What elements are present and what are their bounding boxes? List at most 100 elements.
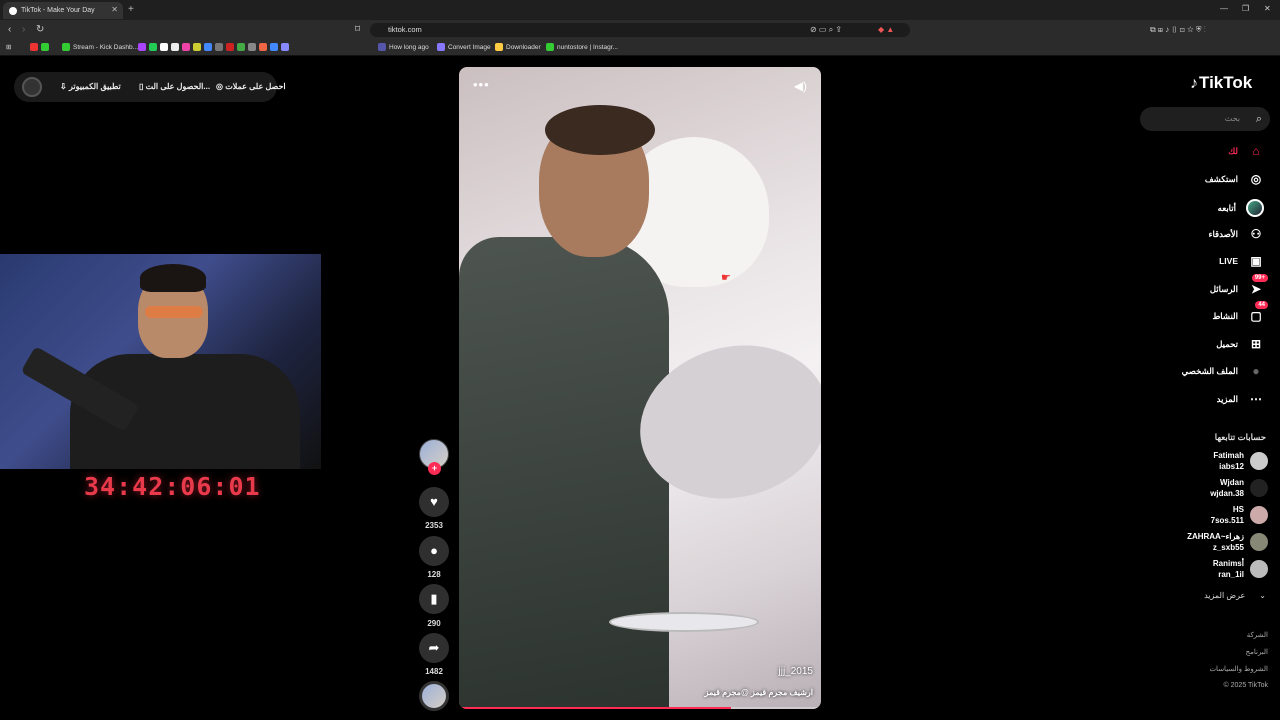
nav-more[interactable]: المزيد ⋯ (1217, 392, 1264, 406)
top-actions-pill: ⇩ تطبيق الكمبيوتر ▯ الحصول على الت... ◎ … (14, 72, 286, 102)
explore-icon: ◎ (1250, 172, 1262, 186)
toolbar-icons[interactable]: ⧉ ⊞ ♪ ▯ ⊡ ☆ ⛨ ⋮ (1150, 25, 1206, 35)
reload-icon[interactable]: ↻ (36, 24, 44, 35)
tiktok-favicon-icon (9, 6, 17, 15)
nav-activity[interactable]: النشاط ▢ 44 (1212, 301, 1268, 323)
profile-icon: ● (1252, 364, 1260, 378)
footer-company[interactable]: الشركة (1247, 631, 1268, 639)
friends-icon: ⚇ (1250, 227, 1262, 241)
browser-tab-bar: TikTok - Make Your Day ✕ + — ❐ ✕ (0, 0, 1280, 20)
apps-icon[interactable]: ⊞ (6, 43, 11, 51)
nav-messages[interactable]: الرسائل ➤ 99+ (1210, 274, 1268, 296)
computer-app-button[interactable]: ⇩ تطبيق الكمبيوتر (60, 82, 121, 91)
music-disc-icon[interactable] (419, 681, 449, 711)
stream-timer: 34:42:06:01 (84, 472, 261, 501)
account-wjdan[interactable]: Wjdan wjdan.38 (1210, 477, 1268, 499)
more-icon: ⋯ (1250, 392, 1262, 406)
video-caption[interactable]: ارشيف مجرم قيمز @مجرم قيمز (705, 688, 813, 697)
bookmark-icons-group[interactable] (138, 43, 289, 51)
brave-shield-icon[interactable]: ◆ ▲ (878, 25, 894, 34)
user-avatar[interactable] (22, 77, 42, 97)
comment-count: 128 (427, 570, 441, 579)
account-zahraa[interactable]: ZAHRAA~زهراء z_sxb55 (1187, 531, 1268, 553)
person-robe (459, 237, 669, 709)
search-icon[interactable]: ⌕ (1256, 107, 1262, 131)
address-bar-row: ‹ › ↻ ⌑ tiktok.com ⊘ ▭ ⌕ ⇪ ◆ ▲ ⧉ ⊞ ♪ ▯ ⊡… (0, 20, 1280, 40)
tiktok-note-icon: ♪ (1190, 75, 1198, 92)
streamer-glasses (145, 306, 203, 318)
video-player[interactable]: ••• ◀) jjj_2015 ارشيف مجرم قيمز @مجرم قي… (459, 67, 821, 709)
account-ranim[interactable]: Ranimsأ ran_1il (1213, 558, 1268, 580)
follow-plus-icon[interactable]: + (428, 462, 441, 475)
like-count: 2353 (425, 521, 443, 530)
avatar (1250, 452, 1268, 470)
bookmark-downloader[interactable]: Downloader (495, 43, 541, 51)
minimize-icon[interactable]: — (1220, 4, 1228, 13)
avatar (1250, 506, 1268, 524)
tiktok-logo[interactable]: ♪TikTok (1190, 73, 1252, 93)
search-placeholder: بحث (1224, 114, 1240, 123)
messages-icon: ➤ 99+ (1248, 274, 1268, 296)
share-icon[interactable]: ➦ (419, 633, 449, 663)
table (609, 612, 759, 632)
bookmark-kick[interactable]: Stream - Kick Dashb... (62, 43, 138, 51)
following-accounts-header: حسابات تتابعها (1214, 432, 1266, 442)
bookmark-nuntostore[interactable]: nuntostore | Instagr... (546, 43, 618, 51)
browser-tab[interactable]: TikTok - Make Your Day ✕ (3, 2, 123, 19)
video-progress-bar[interactable] (459, 707, 821, 709)
restore-icon[interactable]: ❐ (1242, 4, 1249, 13)
account-fatimah[interactable]: Fatimah iabs12 (1213, 450, 1268, 472)
comment-icon[interactable]: ● (419, 536, 449, 566)
see-more-button[interactable]: عرض المزيد ⌄ (1204, 591, 1266, 600)
extension-icons[interactable]: ⊘ ▭ ⌕ ⇪ (810, 25, 842, 35)
footer-terms[interactable]: الشروط والسياسات (1209, 665, 1268, 673)
tab-close-icon[interactable]: ✕ (111, 5, 118, 14)
sound-icon[interactable]: ◀) (794, 79, 807, 93)
live-icon: ▣ (1250, 254, 1262, 268)
nav-explore[interactable]: استكشف ◎ (1205, 172, 1264, 186)
window-close-icon[interactable]: ✕ (1264, 4, 1271, 13)
nav-live[interactable]: LIVE ▣ (1219, 254, 1264, 268)
following-avatar (1246, 199, 1264, 217)
activity-badge: 44 (1255, 301, 1268, 309)
get-coins-button[interactable]: ◎ احصل على عملات (216, 82, 286, 91)
save-count: 290 (427, 619, 441, 628)
home-icon: ⌂ (1252, 144, 1260, 158)
footer-copyright: © 2025 TikTok (1223, 682, 1268, 689)
bookmark-how-long-ago[interactable]: How long ago (378, 43, 429, 51)
bookmark-convert-image[interactable]: Convert Image (437, 43, 491, 51)
streamer-hair (140, 264, 206, 292)
bookmark-icon-row[interactable] (30, 43, 49, 51)
activity-icon: ▢ 44 (1248, 301, 1268, 323)
nav-following[interactable]: أتابعه (1218, 199, 1264, 217)
video-more-icon[interactable]: ••• (473, 77, 490, 92)
streamer-webcam (0, 254, 321, 469)
bookmark-icon[interactable]: ⌑ (355, 24, 360, 35)
footer-program[interactable]: البرنامج (1246, 648, 1268, 656)
avatar (1250, 533, 1268, 551)
upload-icon: ⊞ (1250, 337, 1262, 351)
video-username[interactable]: jjj_2015 (779, 666, 813, 677)
avatar (1250, 560, 1268, 578)
back-icon[interactable]: ‹ (8, 24, 11, 35)
chevron-down-icon: ⌄ (1259, 591, 1266, 600)
forward-icon[interactable]: › (22, 24, 25, 35)
tab-title: TikTok - Make Your Day (21, 7, 95, 14)
new-tab-icon[interactable]: + (128, 4, 134, 15)
account-hs[interactable]: HS 7sos.511 (1211, 504, 1268, 526)
person-hair (545, 105, 655, 155)
mouse-cursor-icon: ☛ (721, 272, 731, 284)
nav-profile[interactable]: الملف الشخصي ● (1182, 364, 1264, 378)
get-on-button[interactable]: ▯ الحصول على الت... (139, 82, 210, 91)
video-progress-fill (459, 707, 731, 709)
messages-badge: 99+ (1251, 274, 1268, 282)
like-heart-icon[interactable]: ♥ (419, 487, 449, 517)
bookmarks-bar: ⊞ Stream - Kick Dashb... How long ago Co… (0, 40, 1280, 56)
nav-friends[interactable]: الأصدقاء ⚇ (1208, 227, 1264, 241)
share-count: 1482 (425, 667, 443, 676)
nav-for-you[interactable]: لك ⌂ (1228, 144, 1264, 158)
nav-upload[interactable]: تحميل ⊞ (1216, 337, 1264, 351)
avatar (1250, 479, 1268, 497)
bookmark-save-icon[interactable]: ▮ (419, 584, 449, 614)
search-input[interactable]: بحث ⌕ (1140, 107, 1270, 131)
